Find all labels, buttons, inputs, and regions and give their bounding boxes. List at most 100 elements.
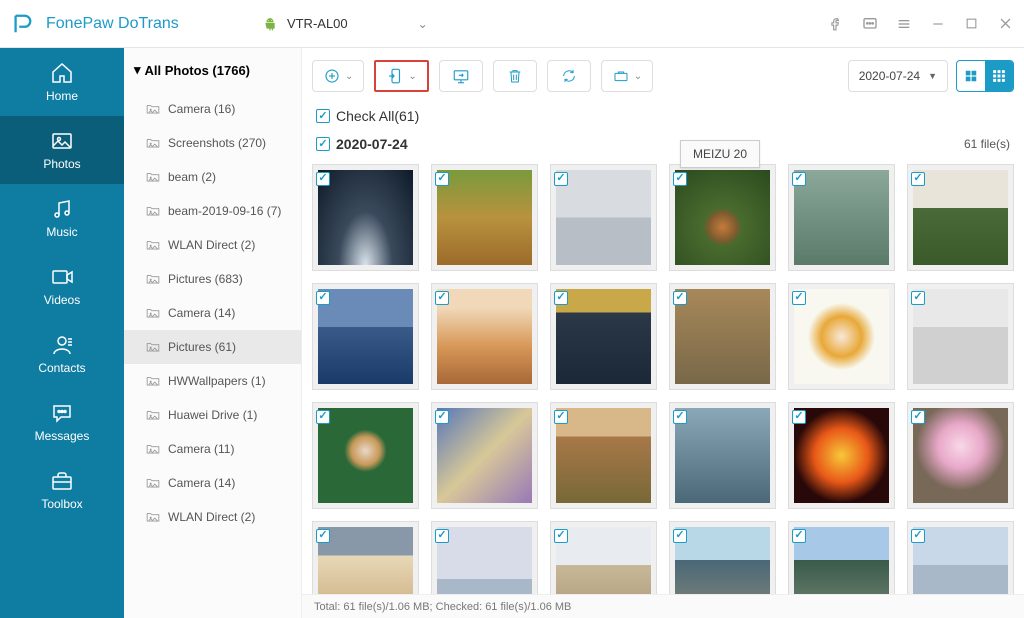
export-tooltip: MEIZU 20 [680, 140, 760, 168]
folder-label: Screenshots (270) [168, 136, 266, 150]
thumbnail-checkbox[interactable] [673, 529, 687, 543]
folder-item[interactable]: beam (2) [124, 160, 301, 194]
folder-header[interactable]: ▾ All Photos (1766) [124, 48, 301, 92]
view-grid-small[interactable] [985, 61, 1013, 91]
thumbnail-checkbox[interactable] [911, 291, 925, 305]
sidebar-item-photos[interactable]: Photos [0, 116, 124, 184]
photo-thumbnail[interactable] [312, 402, 419, 509]
folder-list: ▾ All Photos (1766) Camera (16) Screensho… [124, 48, 302, 618]
photos-icon [50, 129, 74, 153]
date-filter[interactable]: 2020-07-24 ▼ [848, 60, 948, 92]
content-area: ⌄ ⌄ ⌄ 2020-07-24 ▼ [302, 48, 1024, 618]
thumbnail-checkbox[interactable] [316, 291, 330, 305]
check-all-checkbox[interactable] [316, 109, 330, 123]
photo-thumbnail[interactable] [669, 283, 776, 390]
thumbnail-checkbox[interactable] [316, 172, 330, 186]
thumbnail-checkbox[interactable] [554, 529, 568, 543]
photo-thumbnail[interactable] [907, 283, 1014, 390]
thumbnail-image [675, 289, 770, 384]
sidebar-item-music[interactable]: Music [0, 184, 124, 252]
thumbnail-checkbox[interactable] [911, 529, 925, 543]
thumbnail-checkbox[interactable] [911, 172, 925, 186]
folder-item[interactable]: WLAN Direct (2) [124, 500, 301, 534]
folder-item[interactable]: Screenshots (270) [124, 126, 301, 160]
sidebar-item-contacts[interactable]: Contacts [0, 320, 124, 388]
thumbnail-checkbox[interactable] [554, 291, 568, 305]
date-checkbox[interactable] [316, 137, 330, 151]
facebook-icon[interactable] [826, 14, 846, 34]
minimize-button[interactable] [928, 14, 948, 34]
folder-item[interactable]: Huawei Drive (1) [124, 398, 301, 432]
thumbnail-checkbox[interactable] [673, 172, 687, 186]
photo-thumbnail[interactable] [788, 521, 895, 594]
photo-thumbnail[interactable] [907, 402, 1014, 509]
photo-thumbnail[interactable] [431, 521, 538, 594]
sidebar-item-home[interactable]: Home [0, 48, 124, 116]
thumbnail-checkbox[interactable] [435, 291, 449, 305]
folder-item[interactable]: Camera (14) [124, 296, 301, 330]
folder-item[interactable]: HWWallpapers (1) [124, 364, 301, 398]
thumbnail-image [913, 170, 1008, 265]
messages-icon [50, 401, 74, 425]
more-button[interactable]: ⌄ [601, 60, 653, 92]
photo-thumbnail[interactable] [312, 283, 419, 390]
photo-thumbnail[interactable] [431, 402, 538, 509]
thumbnail-checkbox[interactable] [554, 172, 568, 186]
add-button[interactable]: ⌄ [312, 60, 364, 92]
photo-thumbnail[interactable] [312, 521, 419, 594]
menu-icon[interactable] [894, 14, 914, 34]
sidebar-item-messages[interactable]: Messages [0, 388, 124, 456]
folder-item[interactable]: Camera (14) [124, 466, 301, 500]
photo-thumbnail[interactable] [907, 521, 1014, 594]
folder-item[interactable]: Pictures (61) [124, 330, 301, 364]
sidebar-item-toolbox[interactable]: Toolbox [0, 456, 124, 524]
thumbnail-checkbox[interactable] [435, 529, 449, 543]
thumbnail-checkbox[interactable] [792, 172, 806, 186]
thumbnail-checkbox[interactable] [792, 529, 806, 543]
export-to-device-button[interactable]: ⌄ [374, 60, 428, 92]
delete-button[interactable] [493, 60, 537, 92]
photo-thumbnail[interactable] [788, 283, 895, 390]
thumbnail-checkbox[interactable] [673, 291, 687, 305]
photo-thumbnail[interactable] [550, 402, 657, 509]
photo-thumbnail[interactable] [431, 283, 538, 390]
photo-thumbnail[interactable] [788, 402, 895, 509]
thumbnail-checkbox[interactable] [673, 410, 687, 424]
thumbnail-checkbox[interactable] [792, 410, 806, 424]
thumbnail-checkbox[interactable] [792, 291, 806, 305]
caret-down-icon: ▼ [928, 71, 937, 81]
photo-thumbnail[interactable] [550, 283, 657, 390]
photo-thumbnail[interactable] [669, 521, 776, 594]
android-icon [263, 17, 277, 31]
thumbnail-checkbox[interactable] [911, 410, 925, 424]
folder-item[interactable]: Pictures (683) [124, 262, 301, 296]
photo-thumbnail[interactable] [669, 164, 776, 271]
thumbnail-checkbox[interactable] [316, 410, 330, 424]
thumbnail-image [318, 289, 413, 384]
close-button[interactable] [996, 14, 1016, 34]
photo-thumbnail[interactable] [788, 164, 895, 271]
maximize-button[interactable] [962, 14, 982, 34]
thumbnail-image [794, 408, 889, 503]
thumbnail-checkbox[interactable] [316, 529, 330, 543]
thumbnail-checkbox[interactable] [435, 172, 449, 186]
view-grid-large[interactable] [957, 61, 985, 91]
sidebar-item-videos[interactable]: Videos [0, 252, 124, 320]
folder-item[interactable]: beam-2019-09-16 (7) [124, 194, 301, 228]
folder-item[interactable]: Camera (16) [124, 92, 301, 126]
export-to-pc-button[interactable] [439, 60, 483, 92]
thumbnail-checkbox[interactable] [435, 410, 449, 424]
photo-thumbnail[interactable] [431, 164, 538, 271]
thumbnail-checkbox[interactable] [554, 410, 568, 424]
folder-item[interactable]: WLAN Direct (2) [124, 228, 301, 262]
photo-thumbnail[interactable] [907, 164, 1014, 271]
refresh-button[interactable] [547, 60, 591, 92]
folder-item[interactable]: Camera (11) [124, 432, 301, 466]
photo-thumbnail[interactable] [550, 521, 657, 594]
photo-thumbnail[interactable] [669, 402, 776, 509]
photo-thumbnail[interactable] [550, 164, 657, 271]
thumbnail-image [913, 408, 1008, 503]
feedback-icon[interactable] [860, 14, 880, 34]
device-selector[interactable]: VTR-AL00 ⌄ [253, 10, 438, 37]
photo-thumbnail[interactable] [312, 164, 419, 271]
